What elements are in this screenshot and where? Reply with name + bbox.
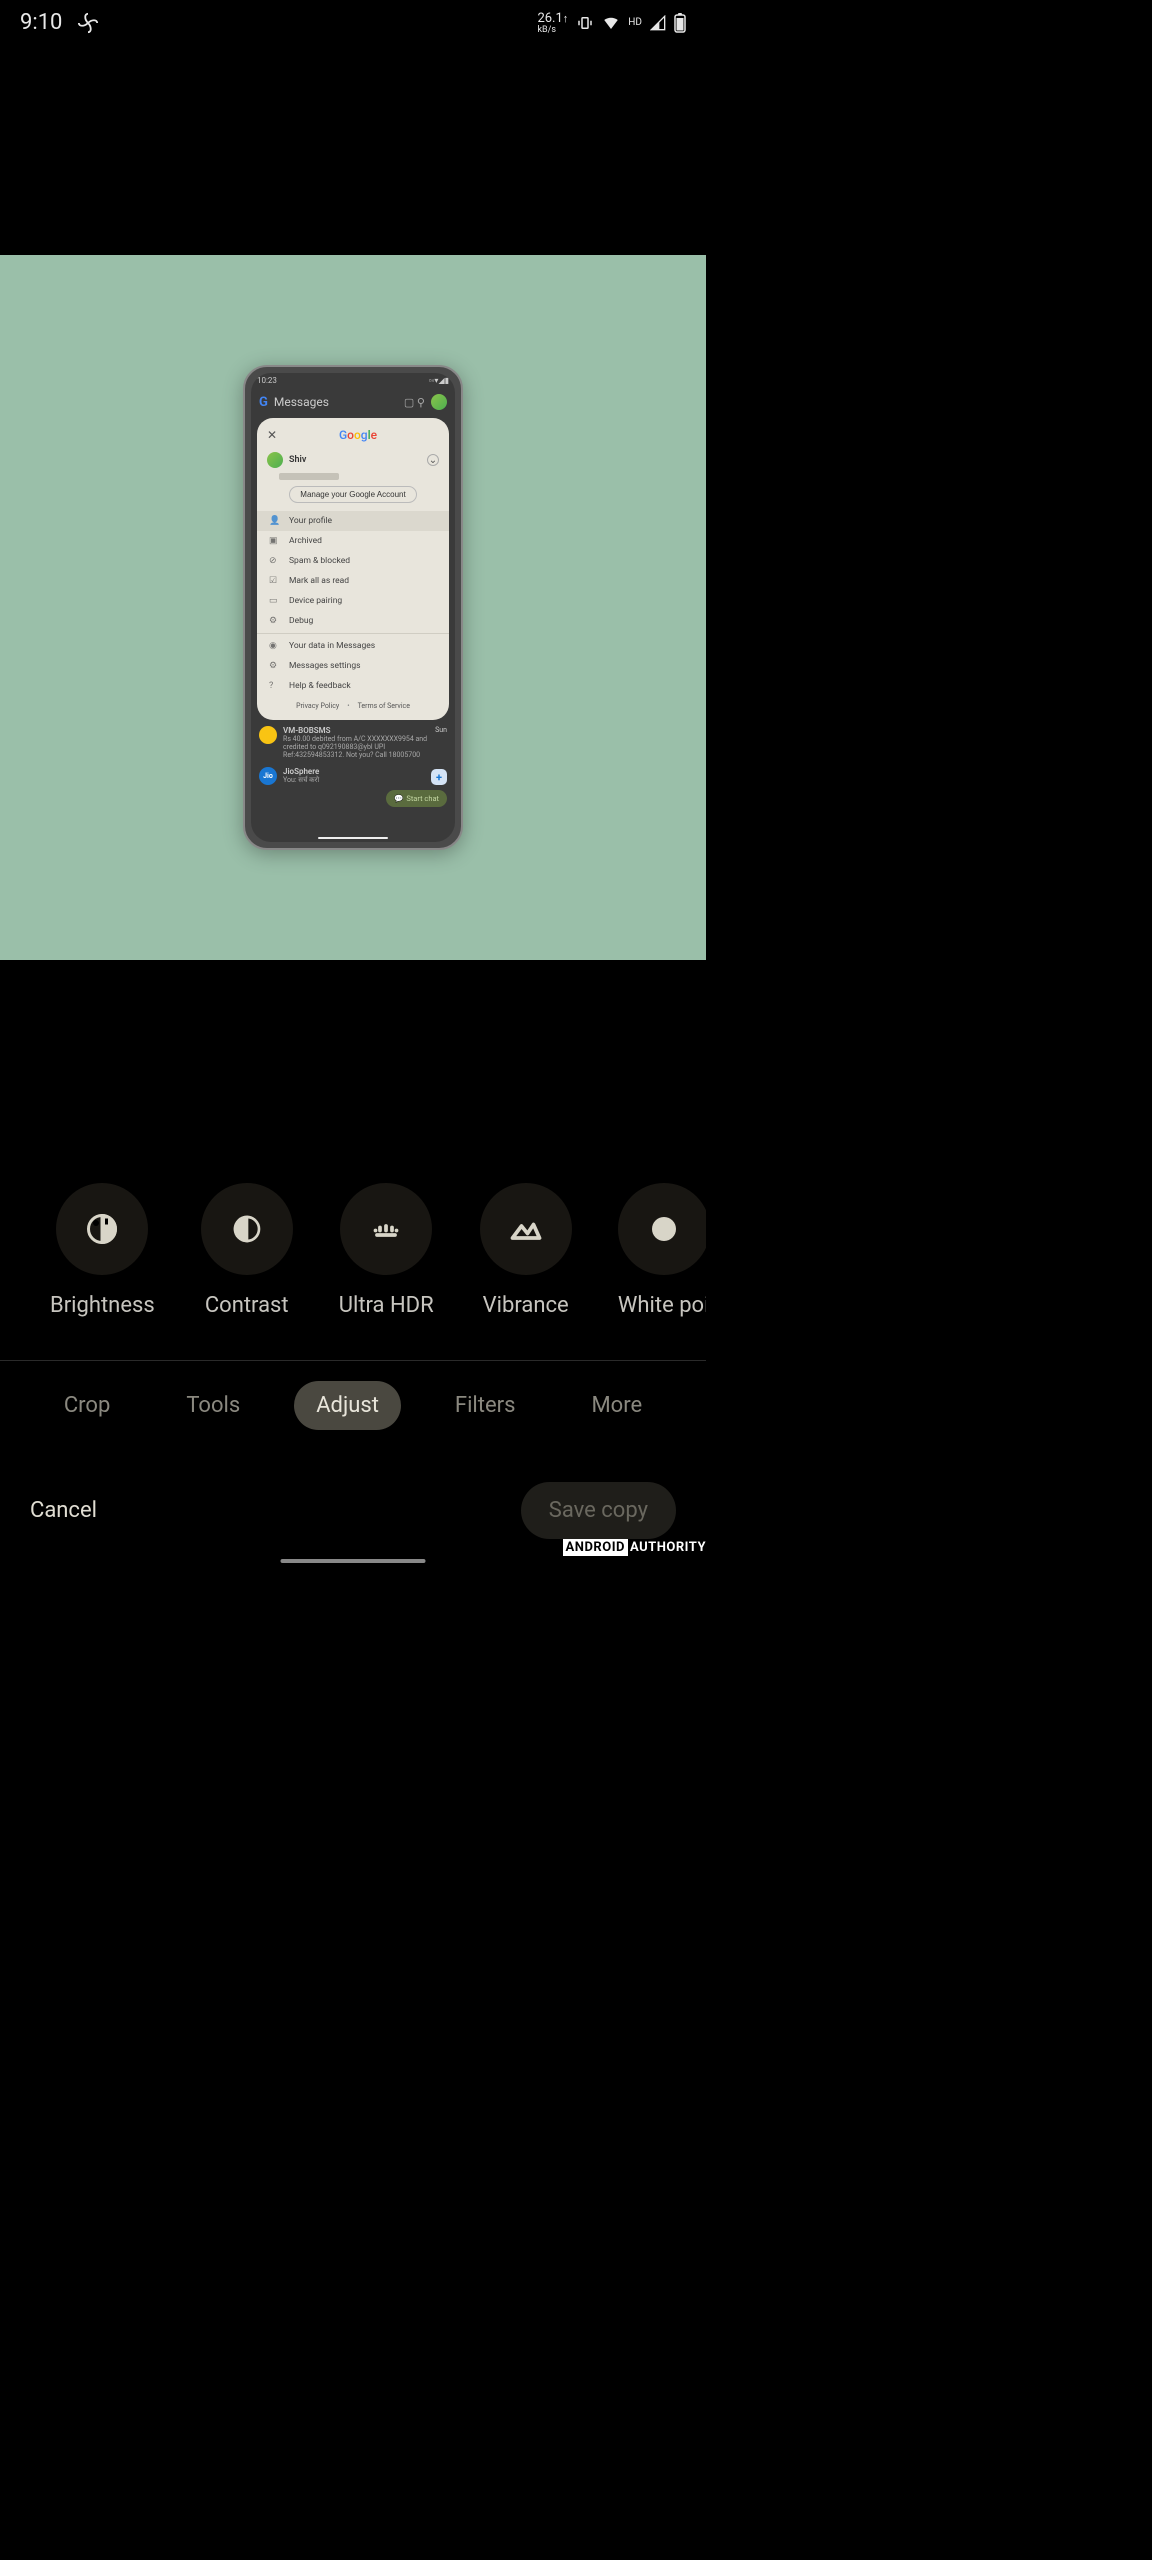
watermark: ANDROIDAUTHORITY [563,1540,706,1555]
header-action-icons: ▢ ⚲ [404,396,425,409]
start-chat-fab: 💬Start chat [386,790,447,807]
menu-item: ⊘Spam & blocked [257,551,449,571]
vibrance-icon [508,1211,544,1247]
brightness-icon [84,1211,120,1247]
data-icon: ◉ [269,641,279,651]
white-point-control[interactable]: White poi [618,1183,706,1318]
profile-avatar-icon [431,394,447,410]
whitepoint-icon [648,1213,680,1245]
pinwheel-icon [77,12,99,34]
wifi-icon [602,14,620,32]
menu-item: ◉Your data in Messages [257,636,449,656]
adjust-label: Ultra HDR [339,1293,434,1318]
tab-adjust[interactable]: Adjust [294,1381,401,1430]
tab-more[interactable]: More [569,1381,664,1430]
menu-item: ▭Device pairing [257,591,449,611]
cancel-button[interactable]: Cancel [30,1498,97,1523]
menu-item: ▣Archived [257,531,449,551]
navigation-home-indicator[interactable] [281,1559,426,1563]
edited-image-content: 10:23 ▫◦▾◢▮ G Messages ▢ ⚲ ✕ Google Shiv… [243,365,463,850]
adjust-label: Brightness [50,1293,155,1318]
inner-home-indicator [318,837,388,839]
conv-avatar-icon: Jio [259,767,277,785]
terms-link: Terms of Service [358,702,410,710]
privacy-link: Privacy Policy [296,702,339,710]
markread-icon: ☑ [269,576,279,586]
signal-hd-label: HD [628,17,642,28]
manage-account-button: Manage your Google Account [289,486,416,503]
brightness-control[interactable]: Brightness [50,1183,155,1318]
debug-icon: ⚙ [269,616,279,626]
tab-filters[interactable]: Filters [433,1381,538,1430]
help-icon: ? [269,681,279,691]
app-title: Messages [274,395,398,409]
divider [0,1360,706,1361]
device-status-bar: 9:10 26.1↑ kB/s HD [0,0,706,45]
image-preview-canvas[interactable]: 10:23 ▫◦▾◢▮ G Messages ▢ ⚲ ✕ Google Shiv… [0,255,706,960]
conv-avatar-icon [259,726,277,744]
account-name: Shiv [289,455,421,465]
network-speed: 26.1↑ kB/s [537,11,568,35]
hdr-icon [368,1211,404,1247]
settings-icon: ⚙ [269,661,279,671]
adjust-label: White poi [618,1293,706,1318]
pairing-icon: ▭ [269,596,279,606]
editor-tabs: Crop Tools Adjust Filters More [0,1381,706,1430]
conversation-item: VM-BOBSMSSun Rs 40.00 debited from A/C X… [251,722,455,763]
adjustment-controls-row[interactable]: Brightness Contrast Ultra HDR [0,1183,706,1318]
signal-icon [650,15,666,31]
status-time: 9:10 [20,10,62,35]
vibrate-icon [576,14,594,32]
battery-icon [674,13,686,33]
ultra-hdr-control[interactable]: Ultra HDR [339,1183,434,1318]
account-avatar-icon [267,452,283,468]
vibrance-control[interactable]: Vibrance [480,1183,572,1318]
save-copy-button[interactable]: Save copy [521,1482,676,1539]
adjust-label: Contrast [205,1293,289,1318]
menu-item: 👤Your profile [257,511,449,531]
account-popup: ✕ Google Shiv ⌄ Manage your Google Accou… [257,418,449,720]
tab-tools[interactable]: Tools [164,1381,262,1430]
archive-icon: ▣ [269,536,279,546]
spam-icon: ⊘ [269,556,279,566]
menu-item: ?Help & feedback [257,676,449,696]
action-bar: Cancel Save copy [0,1482,706,1539]
adjust-label: Vibrance [483,1293,569,1318]
chevron-down-icon: ⌄ [427,454,439,466]
profile-icon: 👤 [269,516,279,526]
menu-item: ⚙Debug [257,611,449,631]
tab-crop[interactable]: Crop [42,1381,132,1430]
contrast-control[interactable]: Contrast [201,1183,293,1318]
menu-item: ☑Mark all as read [257,571,449,591]
close-icon: ✕ [267,428,277,442]
inner-status-icons: ▫◦▾◢▮ [429,376,449,385]
inner-status-time: 10:23 [257,376,277,385]
google-logo: Google [277,428,439,442]
account-email-redacted [279,473,339,480]
menu-item: ⚙Messages settings [257,656,449,676]
contrast-icon [231,1213,263,1245]
fab-compose-icon: + [431,769,447,785]
google-g-icon: G [259,395,268,410]
